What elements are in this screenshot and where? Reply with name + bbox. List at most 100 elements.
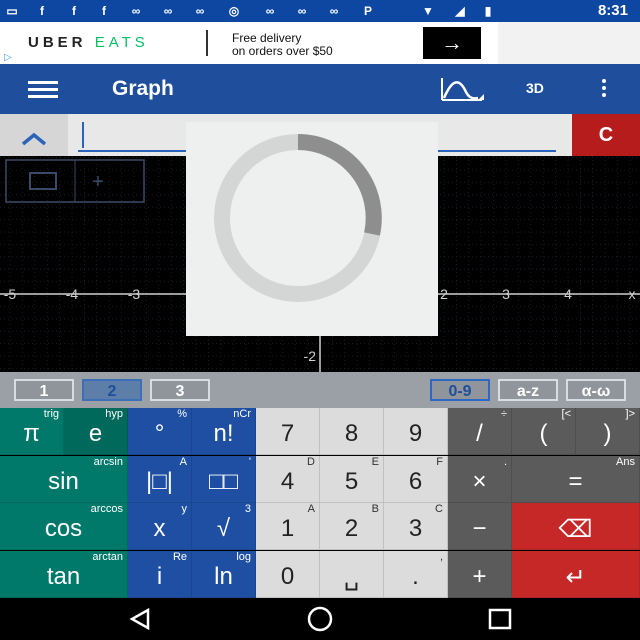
collapse-button[interactable] xyxy=(0,114,68,156)
whatsapp-icon: ◎ xyxy=(228,4,240,18)
key[interactable]: 9 xyxy=(384,408,448,455)
key[interactable]: )]> xyxy=(576,408,640,455)
tab-greek[interactable]: α-ω xyxy=(566,379,626,401)
menu-icon[interactable] xyxy=(28,81,58,98)
key-secondary-label: nCr xyxy=(233,408,251,420)
key[interactable]: tan arctan xyxy=(0,550,128,598)
tab-letters[interactable]: a-z xyxy=(498,379,558,401)
key-label: 5 xyxy=(344,467,359,495)
key[interactable]: ([< xyxy=(512,408,576,455)
voicemail-icon: ∞ xyxy=(131,4,141,18)
key[interactable]: 2B xyxy=(320,503,384,550)
home-icon[interactable] xyxy=(306,606,334,632)
ad-divider xyxy=(206,30,208,56)
facebook-icon: f xyxy=(72,4,76,18)
tab-digits[interactable]: 0-9 xyxy=(430,379,490,401)
voicemail-icon: ∞ xyxy=(195,4,205,18)
graph-style-icon[interactable] xyxy=(440,76,486,104)
key-label: = xyxy=(568,467,583,495)
key[interactable]: √ 3 xyxy=(192,503,256,550)
voicemail-icon: ∞ xyxy=(297,4,307,18)
key[interactable]: xy xyxy=(128,503,192,550)
ad-spacer xyxy=(498,22,640,64)
key[interactable]: 3C xyxy=(384,503,448,550)
key[interactable]: / ÷ xyxy=(448,408,512,455)
key-label: 1 xyxy=(280,515,295,542)
key-label: n! xyxy=(213,420,234,447)
key-label: − xyxy=(472,515,487,542)
messenger-icon: ▭ xyxy=(6,4,18,18)
key-label: ( xyxy=(539,420,548,447)
key[interactable]: |□| A xyxy=(128,455,192,503)
y-tick-label: -2 xyxy=(304,348,317,364)
key[interactable]: 1A xyxy=(256,503,320,550)
key[interactable]: + xyxy=(448,550,512,598)
key[interactable]: = Ans xyxy=(512,455,640,503)
key-label: 2 xyxy=(344,515,359,542)
key-label: e xyxy=(88,420,103,447)
tab-3[interactable]: 3 xyxy=(150,379,210,401)
key[interactable]: 6F xyxy=(384,455,448,503)
ad-line-2: on orders over $50 xyxy=(232,44,333,58)
key-secondary-label: trig xyxy=(43,408,59,420)
key[interactable]: π trig xyxy=(0,408,64,455)
key[interactable]: ⌫ xyxy=(512,503,640,550)
key[interactable]: cos arccos xyxy=(0,503,128,550)
key[interactable]: ln log xyxy=(192,550,256,598)
key[interactable]: e hyp xyxy=(64,408,128,455)
add-icon: + xyxy=(92,171,104,193)
overflow-menu-icon[interactable] xyxy=(600,79,608,99)
x-tick-label: 2 xyxy=(440,286,448,302)
x-tick-label: -5 xyxy=(4,286,17,302)
key-label: i xyxy=(156,562,163,590)
key[interactable]: □□ ' xyxy=(192,455,256,503)
voicemail-icon: ∞ xyxy=(265,4,275,18)
key[interactable]: 5E xyxy=(320,455,384,503)
key-secondary-label: B xyxy=(371,503,379,515)
status-bar: ▭ f f f ∞ ∞ ∞ ◎ ∞ ∞ ∞ P ▼ ◢ ▮ 8:31 xyxy=(0,0,640,22)
key[interactable]: 4D xyxy=(256,455,320,503)
key-label: cos xyxy=(44,515,83,542)
key[interactable]: sin arcsin xyxy=(0,455,128,503)
adchoices-icon[interactable]: ▷ xyxy=(4,52,12,63)
key[interactable]: ., xyxy=(384,550,448,598)
recents-icon[interactable] xyxy=(488,608,512,630)
key[interactable]: − xyxy=(448,503,512,550)
ad-arrow-button[interactable]: → xyxy=(423,27,481,59)
key[interactable]: ␣ xyxy=(320,550,384,598)
key[interactable]: i Re xyxy=(128,550,192,598)
ad-banner[interactable]: UBER EATS Free delivery on orders over $… xyxy=(0,22,498,64)
back-icon[interactable] xyxy=(128,608,152,630)
key[interactable]: 0 xyxy=(256,550,320,598)
x-tick-label: -3 xyxy=(128,286,141,302)
key-secondary-label: C xyxy=(435,503,443,515)
tab-1[interactable]: 1 xyxy=(14,379,74,401)
key-label: . xyxy=(412,562,419,590)
key[interactable]: ↵ xyxy=(512,550,640,598)
key[interactable]: ×. xyxy=(448,455,512,503)
key-secondary-label: ' xyxy=(248,455,251,468)
x-tick-label: 3 xyxy=(502,286,510,302)
key-label: tan xyxy=(46,562,81,590)
key[interactable]: n! nCr xyxy=(192,408,256,455)
key-label: / xyxy=(476,420,483,447)
key-label: ␣ xyxy=(343,563,360,591)
key[interactable]: °% xyxy=(128,408,192,455)
key-secondary-label: . xyxy=(503,455,507,468)
tab-2[interactable]: 2 xyxy=(82,379,142,401)
key[interactable]: 8 xyxy=(320,408,384,455)
key-secondary-label: arccos xyxy=(90,503,123,515)
key[interactable]: 7 xyxy=(256,408,320,455)
key-label: ⌫ xyxy=(558,516,593,543)
key-label: √ xyxy=(216,515,231,542)
key-secondary-label: , xyxy=(439,550,443,563)
keypad: π trig e hyp °% n! nCr 7 8 9/÷([<)]> sin arcsin |□| A… xyxy=(0,408,640,598)
clear-button[interactable]: C xyxy=(572,114,640,156)
3d-button[interactable]: 3D xyxy=(526,80,544,96)
table-icon xyxy=(29,172,57,190)
key-secondary-label: arcsin xyxy=(93,455,123,468)
key-label: 8 xyxy=(344,420,359,447)
key-secondary-label: % xyxy=(177,408,187,420)
key-label: ° xyxy=(154,420,165,447)
key-label: 6 xyxy=(408,467,423,495)
